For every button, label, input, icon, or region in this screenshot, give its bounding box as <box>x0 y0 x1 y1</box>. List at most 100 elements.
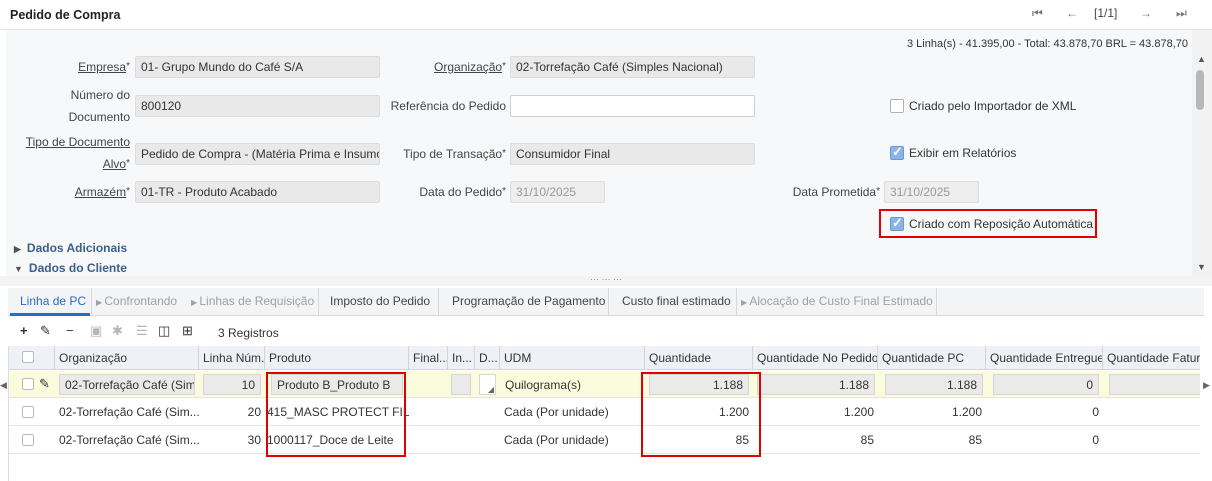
row-d-field[interactable]: ◢ <box>479 374 496 395</box>
scroll-thumb[interactable] <box>1196 70 1204 110</box>
left-scroll-icon[interactable]: ◀ <box>0 380 7 391</box>
row-qtd-pc: 1.200 <box>951 405 982 419</box>
data-pedido-label: Data do Pedido* <box>419 185 506 199</box>
tab-separator <box>438 288 439 316</box>
edit-row-icon[interactable]: ✎ <box>39 376 50 392</box>
row-linha[interactable]: 10 <box>203 374 261 395</box>
column-header[interactable]: UDM <box>500 346 645 370</box>
tipo-transacao-field[interactable]: Consumidor Final <box>510 143 755 165</box>
data-pedido-field[interactable]: 31/10/2025 <box>510 181 605 203</box>
tab-alocacao-custo[interactable]: ▶ Alocação de Custo Final Estimado <box>741 294 933 308</box>
reposicao-label: Criado com Reposição Automática <box>909 217 1094 231</box>
row-checkbox[interactable] <box>22 378 34 390</box>
table-row[interactable]: 02-Torrefação Café (Sim... 20 415_MASC P… <box>9 399 1200 426</box>
numero-documento-field[interactable]: 800120 <box>135 95 380 117</box>
quantidade-highlight <box>641 372 761 457</box>
section-dados-adicionais[interactable]: ▶ Dados Adicionais <box>14 241 127 255</box>
section-dados-cliente[interactable]: ▼ Dados do Cliente <box>14 261 127 275</box>
row-qtd-pc[interactable]: 1.188 <box>885 374 983 395</box>
column-header[interactable]: In... <box>448 346 475 370</box>
delete-icon[interactable]: − <box>66 323 74 338</box>
edit-icon[interactable]: ✎ <box>40 323 51 339</box>
empresa-field[interactable]: 01- Grupo Mundo do Café S/A <box>135 56 380 78</box>
reposicao-checkbox[interactable] <box>890 215 904 231</box>
tab-separator <box>318 288 319 316</box>
gear-icon[interactable]: ✱ <box>112 323 123 339</box>
column-header[interactable]: D... <box>475 346 500 370</box>
column-header[interactable]: Quantidade Fatura <box>1103 346 1200 370</box>
records-count: 3 Registros <box>218 326 279 340</box>
referencia-label: Referência do Pedido <box>390 99 506 113</box>
grid-toolbar: + ✎ − ▣ ✱ ☰ ◫ ⊞ 3 Registros <box>8 318 1204 346</box>
data-prometida-field[interactable]: 31/10/2025 <box>884 181 979 203</box>
table-row[interactable]: 02-Torrefação Café (Sim... 30 1000117_Do… <box>9 427 1200 454</box>
add-icon[interactable]: + <box>20 323 28 338</box>
organizacao-field[interactable]: 02-Torrefação Café (Simples Nacional) <box>510 56 755 78</box>
tab-separator <box>91 288 92 316</box>
referencia-field[interactable] <box>510 95 755 117</box>
column-header[interactable]: Quantidade Entregue <box>986 346 1103 370</box>
tab-linhas-requisicao[interactable]: ▶ Linhas de Requisição <box>191 294 314 308</box>
tab-linha-pc[interactable]: Linha de PC <box>20 294 86 308</box>
next-record-button[interactable]: → <box>1140 6 1152 20</box>
table-row[interactable]: ✎ 02-Torrefação Café (Simp 10 Produto B_… <box>9 371 1200 398</box>
tipo-documento-field[interactable]: Pedido de Compra - (Matéria Prima e Insu… <box>135 143 380 165</box>
expand-icon: ▶ <box>14 244 21 254</box>
window-header: Pedido de Compra ⏮ ← [1/1] → ⏭ <box>0 0 1212 30</box>
previous-record-button[interactable]: ← <box>1066 6 1078 20</box>
armazem-field[interactable]: 01-TR - Produto Acabado <box>135 181 380 203</box>
tab-custo-final-estimado[interactable]: Custo final estimado <box>622 294 731 308</box>
row-organizacao[interactable]: 02-Torrefação Café (Simp <box>59 374 195 395</box>
tipo-documento-label[interactable]: Tipo de Documento Alvo* <box>16 131 130 175</box>
panel-splitter[interactable]: ··· ··· ··· <box>0 274 1212 286</box>
row-checkbox[interactable] <box>22 434 34 446</box>
resize-icon: ◢ <box>487 385 494 394</box>
row-qtd-pedido: 85 <box>860 433 874 447</box>
tipo-transacao-label: Tipo de Transação* <box>403 147 506 161</box>
list-icon[interactable]: ☰ <box>136 323 148 339</box>
tab-separator <box>736 288 737 316</box>
scroll-up-icon[interactable]: ▲ <box>1197 54 1206 64</box>
row-qtd-entregue[interactable]: 0 <box>993 374 1099 395</box>
row-qtd-fatura[interactable] <box>1109 374 1200 395</box>
row-in-field[interactable] <box>451 374 471 395</box>
first-record-button[interactable]: ⏮ <box>1032 6 1043 21</box>
splitter-grip-icon: ··· ··· ··· <box>590 274 622 284</box>
row-qtd-entregue: 0 <box>1092 405 1099 419</box>
select-all-checkbox[interactable] <box>22 351 34 363</box>
save-icon[interactable]: ▣ <box>90 323 102 339</box>
grid-view-icon[interactable]: ⊞ <box>182 323 193 339</box>
row-checkbox[interactable] <box>22 406 34 418</box>
last-record-button[interactable]: ⏭ <box>1176 6 1187 21</box>
column-header[interactable]: Produto <box>265 346 409 370</box>
column-header[interactable]: Quantidade <box>645 346 753 370</box>
form-scrollbar[interactable]: ▲ ▼ <box>1192 30 1212 276</box>
tab-separator <box>608 288 609 316</box>
single-record-icon[interactable]: ◫ <box>158 323 170 339</box>
right-scroll-icon[interactable]: ▶ <box>1203 380 1210 391</box>
tab-imposto-pedido[interactable]: Imposto do Pedido <box>330 294 430 308</box>
column-header[interactable]: Quantidade No Pedido <box>753 346 878 370</box>
column-header[interactable]: Final... <box>409 346 448 370</box>
record-counter: [1/1] <box>1094 6 1118 20</box>
empresa-label[interactable]: Empresa* <box>26 56 130 78</box>
select-all-header[interactable] <box>9 346 55 370</box>
row-qtd-pedido[interactable]: 1.188 <box>757 374 875 395</box>
scroll-down-icon[interactable]: ▼ <box>1197 262 1206 272</box>
organizacao-label[interactable]: Organização* <box>396 56 506 78</box>
column-header[interactable]: Quantidade PC <box>878 346 986 370</box>
column-header[interactable]: Linha Núm. <box>199 346 265 370</box>
tab-confrontando[interactable]: ▶ Confrontando <box>96 294 177 308</box>
exibir-relatorios-checkbox[interactable] <box>890 144 904 160</box>
row-udm[interactable]: Quilograma(s) <box>501 371 641 397</box>
tab-separator <box>936 288 937 316</box>
active-tab-indicator <box>10 313 90 316</box>
criado-importador-checkbox[interactable] <box>890 99 904 113</box>
armazem-label[interactable]: Armazém* <box>26 181 130 203</box>
row-organizacao: 02-Torrefação Café (Sim... <box>59 405 199 419</box>
row-qtd-pc: 85 <box>968 433 982 447</box>
tab-programacao-pagamento[interactable]: Programação de Pagamento <box>452 294 605 308</box>
order-summary: 3 Linha(s) - 41.395,00 - Total: 43.878,7… <box>906 38 1188 50</box>
page-title: Pedido de Compra <box>10 8 121 22</box>
column-header[interactable]: Organização <box>55 346 199 370</box>
